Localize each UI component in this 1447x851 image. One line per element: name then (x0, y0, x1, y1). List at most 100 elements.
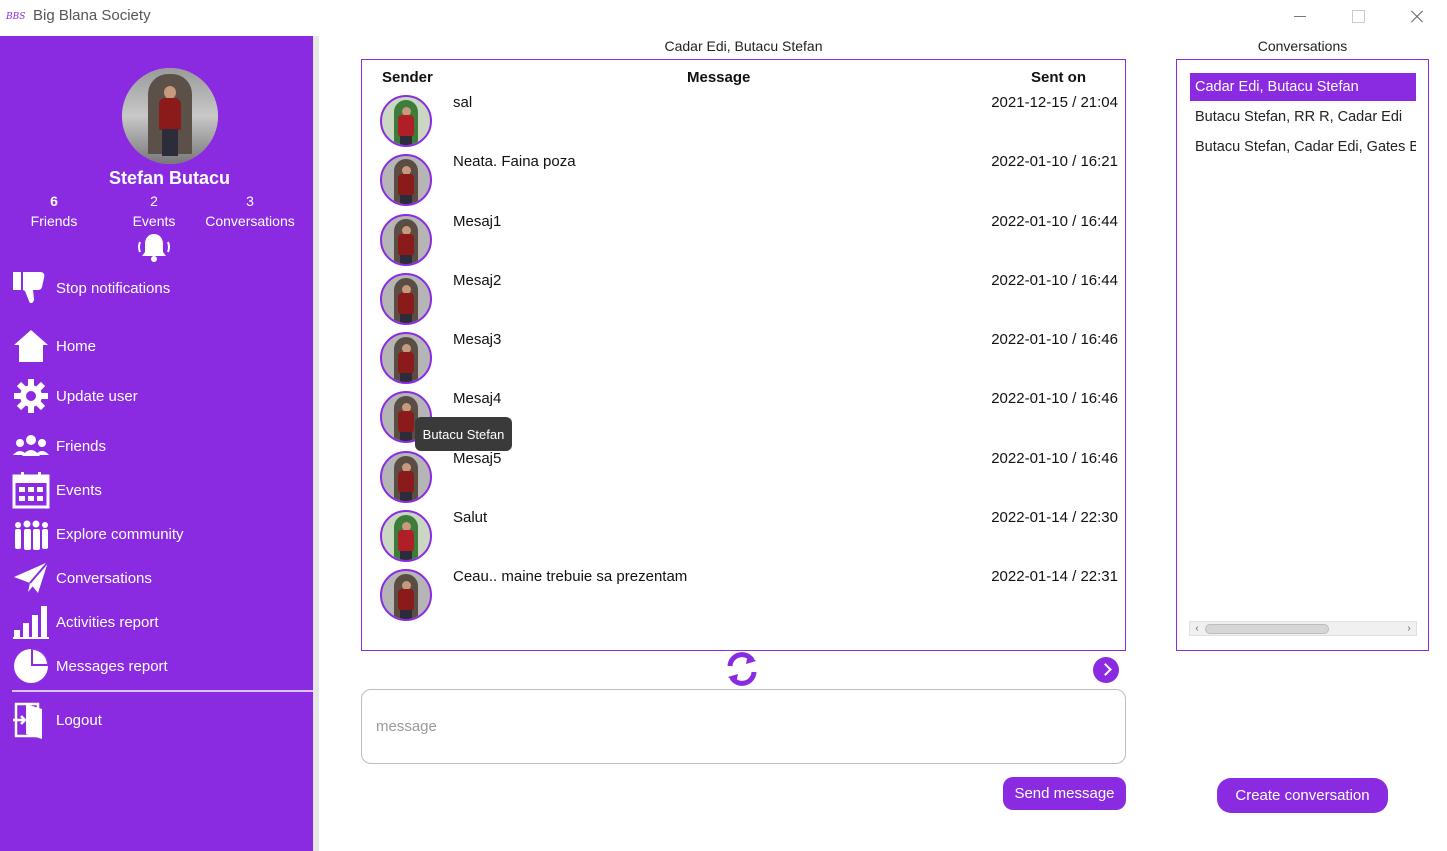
home-icon (12, 327, 50, 365)
gear-icon (12, 377, 50, 415)
friends-count: 6 (50, 193, 58, 209)
title-bar: BBS Big Blana Society (0, 0, 1447, 34)
sender-avatar[interactable] (380, 95, 432, 147)
message-text: Neata. Faina poza (453, 153, 576, 170)
nav-messages-report[interactable]: Messages report (12, 646, 312, 686)
message-text: Mesaj5 (453, 450, 502, 467)
sidebar-divider (12, 690, 313, 692)
conversations-stat-label: Conversations (205, 213, 295, 229)
message-row[interactable]: Mesaj2 2022-01-10 / 16:44 (362, 265, 1124, 325)
message-date: 2022-01-10 / 16:44 (991, 213, 1118, 230)
nav-label: Update user (56, 387, 138, 405)
sender-avatar[interactable] (380, 332, 432, 384)
sender-avatar[interactable] (380, 214, 432, 266)
friends-stat: 6 Friends (24, 191, 84, 231)
nav-label: Messages report (56, 657, 168, 675)
sender-avatar[interactable] (380, 451, 432, 503)
sender-tooltip: Butacu Stefan (415, 417, 512, 451)
message-text: sal (453, 94, 473, 111)
message-row[interactable]: Mesaj5 2022-01-10 / 16:46 (362, 443, 1124, 503)
nav-update-user[interactable]: Update user (12, 376, 312, 416)
message-row[interactable]: Salut 2022-01-14 / 22:30 (362, 502, 1124, 562)
sidebar-edge (313, 36, 319, 851)
refresh-icon[interactable] (724, 651, 760, 687)
message-row[interactable]: Neata. Faina poza 2022-01-10 / 16:21 (362, 146, 1124, 206)
nav-explore-community[interactable]: Explore community (12, 514, 312, 554)
thumbs-down-icon (12, 269, 50, 307)
horizontal-scrollbar[interactable]: ‹ › (1189, 621, 1417, 636)
nav-logout[interactable]: Logout (12, 700, 312, 740)
bar-chart-icon (12, 603, 50, 641)
nav-label: Home (56, 337, 97, 355)
nav-label: Events (56, 481, 102, 499)
bell-ringing-icon[interactable] (136, 230, 172, 266)
message-date: 2021-12-15 / 21:04 (991, 94, 1118, 111)
message-row[interactable]: Mesaj1 2022-01-10 / 16:44 (362, 206, 1124, 266)
message-text: Mesaj1 (453, 213, 502, 230)
events-count: 2 (150, 193, 158, 209)
message-date: 2022-01-10 / 16:46 (991, 450, 1118, 467)
maximize-button[interactable] (1338, 4, 1378, 30)
paper-plane-icon (12, 559, 50, 597)
nav-friends[interactable]: Friends (12, 426, 312, 466)
nav-label: Logout (56, 711, 102, 729)
profile-name: Stefan Butacu (108, 168, 231, 188)
nav-events[interactable]: Events (12, 470, 312, 510)
friends-icon (12, 427, 50, 465)
conversation-item[interactable]: Butacu Stefan, Cadar Edi, Gates Bill (1190, 133, 1416, 161)
create-conversation-button[interactable]: Create conversation (1217, 778, 1388, 813)
nav-label: Conversations (56, 569, 152, 587)
message-row[interactable]: Ceau.. maine trebuie sa prezentam 2022-01… (362, 561, 1124, 621)
message-date: 2022-01-14 / 22:31 (991, 568, 1118, 585)
message-row[interactable]: Mesaj3 2022-01-10 / 16:46 (362, 324, 1124, 384)
message-date: 2022-01-10 / 16:46 (991, 390, 1118, 407)
sender-avatar[interactable] (380, 154, 432, 206)
scrollbar-thumb[interactable] (1205, 624, 1329, 634)
nav-conversations[interactable]: Conversations (12, 558, 312, 598)
pie-chart-icon (12, 647, 50, 685)
conversations-count: 3 (246, 193, 254, 209)
friends-stat-label: Friends (30, 213, 78, 229)
sender-avatar[interactable] (380, 569, 432, 621)
events-stat-label: Events (132, 213, 176, 229)
community-icon (12, 515, 50, 553)
message-input[interactable] (361, 689, 1126, 764)
message-date: 2022-01-14 / 22:30 (991, 509, 1118, 526)
conversation-item[interactable]: Cadar Edi, Butacu Stefan (1190, 73, 1416, 101)
scroll-left-icon[interactable]: ‹ (1192, 624, 1202, 634)
nav-label: Friends (56, 437, 107, 455)
sender-header: Sender (382, 69, 433, 86)
logout-icon (12, 701, 50, 739)
scroll-right-icon[interactable]: › (1404, 624, 1414, 634)
message-date: 2022-01-10 / 16:21 (991, 153, 1118, 170)
close-button[interactable] (1396, 4, 1436, 30)
profile-avatar[interactable] (122, 68, 218, 164)
message-date: 2022-01-10 / 16:44 (991, 272, 1118, 289)
sent-on-header: Sent on (1031, 69, 1086, 86)
send-message-button[interactable]: Send message (1003, 777, 1126, 810)
message-text: Ceau.. maine trebuie sa prezentam (453, 568, 688, 585)
window-title: Big Blana Society (33, 7, 151, 24)
nav-stop-notifications[interactable]: Stop notifications (12, 268, 312, 308)
calendar-icon (12, 471, 50, 509)
nav-home[interactable]: Home (12, 326, 312, 366)
sender-avatar[interactable] (380, 273, 432, 325)
chevron-right-icon[interactable] (1093, 657, 1119, 683)
sidebar: Stefan Butacu 6 Friends 2 Events 3 Conve… (0, 36, 313, 851)
message-header: Message (687, 69, 751, 86)
conversation-item[interactable]: Butacu Stefan, RR R, Cadar Edi (1190, 103, 1416, 131)
message-row[interactable]: sal 2021-12-15 / 21:04 (362, 87, 1124, 147)
conversation-title: Cadar Edi, Butacu Stefan (664, 38, 823, 54)
nav-activities-report[interactable]: Activities report (12, 602, 312, 642)
conversations-list[interactable]: Cadar Edi, Butacu Stefan Butacu Stefan, … (1176, 59, 1429, 651)
message-text: Salut (453, 509, 488, 526)
conversations-stat: 3 Conversations (200, 191, 300, 231)
message-date: 2022-01-10 / 16:46 (991, 331, 1118, 348)
message-text: Mesaj3 (453, 331, 502, 348)
nav-label: Stop notifications (56, 279, 171, 297)
messages-table[interactable]: Sender Message Sent on sal 2021-12-15 / 2… (361, 59, 1126, 651)
minimize-button[interactable] (1280, 4, 1320, 30)
sender-avatar[interactable] (380, 510, 432, 562)
message-text: Mesaj2 (453, 272, 502, 289)
message-text: Mesaj4 (453, 390, 502, 407)
